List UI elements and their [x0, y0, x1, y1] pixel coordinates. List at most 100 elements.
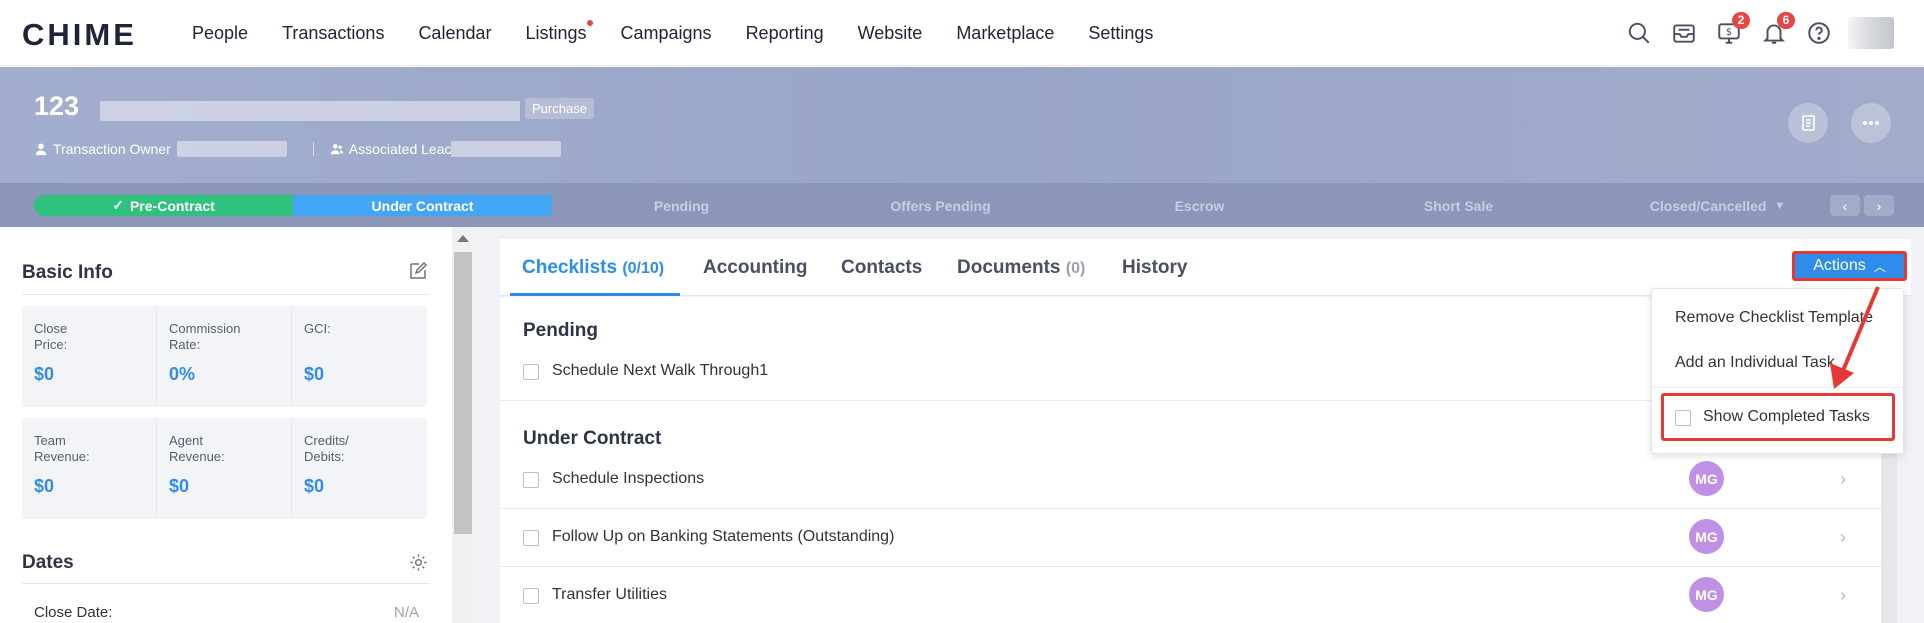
add-individual-task-item[interactable]: Add an Individual Task	[1675, 354, 1835, 372]
dates-title: Dates	[22, 552, 74, 573]
tab-checklists[interactable]: Checklists (0/10)	[522, 257, 664, 279]
owner-row: Transaction Owner Associated Leac	[34, 141, 562, 157]
task-checkbox[interactable]	[523, 364, 539, 380]
assignee-avatar[interactable]: MG	[1689, 577, 1724, 612]
edit-icon[interactable]	[408, 261, 428, 281]
nav-item-calendar[interactable]: Calendar	[418, 23, 491, 44]
tab-accounting[interactable]: Accounting	[703, 257, 808, 279]
gear-icon[interactable]	[409, 553, 428, 572]
tab-label: Accounting	[703, 257, 808, 278]
team-revenue-value: $0	[34, 476, 55, 496]
user-avatar[interactable]	[1848, 17, 1894, 49]
assignee-avatar[interactable]: MG	[1689, 461, 1724, 496]
chevron-right-icon[interactable]: ›	[1840, 527, 1846, 548]
basic-info-title: Basic Info	[22, 262, 113, 283]
tab-documents[interactable]: Documents (0)	[957, 257, 1085, 279]
stage-pending[interactable]: Pending	[552, 195, 811, 216]
show-completed-tasks-item[interactable]: Show Completed Tasks	[1661, 393, 1895, 441]
bell-badge: 6	[1777, 12, 1795, 29]
stage-offers-pending[interactable]: Offers Pending	[811, 195, 1070, 216]
chevron-right-icon[interactable]: ›	[1840, 585, 1846, 606]
left-panel: Basic Info Close Price: $0 Commission Rat…	[0, 227, 452, 623]
stage-label: Closed/Cancelled	[1649, 197, 1767, 214]
tab-label: History	[1122, 257, 1188, 278]
tab-history[interactable]: History	[1122, 257, 1187, 279]
nav-label: Transactions	[282, 22, 385, 43]
help-icon[interactable]	[1804, 18, 1834, 48]
stage-nav: ‹ ›	[1826, 195, 1894, 216]
task-checkbox[interactable]	[523, 472, 539, 488]
commission-rate-value: 0%	[169, 364, 196, 384]
owner-label: Transaction Owner	[53, 141, 171, 157]
commission-rate-cell: Commission Rate: 0%	[157, 306, 292, 407]
more-button[interactable]	[1851, 103, 1891, 143]
stage-label: Pre-Contract	[129, 197, 215, 214]
task-label[interactable]: Transfer Utilities	[552, 586, 667, 604]
chevron-right-icon[interactable]: ›	[1840, 469, 1846, 490]
close-price-cell: Close Price: $0	[22, 306, 157, 407]
nav-label: Reporting	[745, 22, 824, 43]
nav-icons: $ 2 6	[1609, 0, 1894, 66]
nav-label: People	[192, 22, 249, 43]
remove-checklist-template-item[interactable]: Remove Checklist Template	[1675, 309, 1873, 327]
money-monitor-icon[interactable]: $ 2	[1714, 12, 1750, 48]
nav-item-reporting[interactable]: Reporting	[746, 23, 824, 44]
tab-label: Documents	[957, 257, 1061, 278]
nav-item-marketplace[interactable]: Marketplace	[956, 23, 1054, 44]
nav-item-campaigns[interactable]: Campaigns	[621, 23, 712, 44]
actions-button[interactable]: Actions ︿	[1792, 251, 1907, 281]
tab-label: Contacts	[841, 257, 923, 278]
notes-button[interactable]	[1788, 103, 1828, 143]
nav-label: Website	[857, 22, 923, 43]
inbox-icon[interactable]	[1669, 18, 1699, 48]
show-completed-checkbox[interactable]	[1675, 410, 1691, 426]
task-row: Follow Up on Banking Statements (Outstan…	[500, 509, 1881, 567]
agent-revenue-label: Agent Revenue:	[169, 433, 225, 464]
close-price-label: Close Price:	[34, 321, 68, 352]
nav-item-people[interactable]: People	[192, 23, 248, 44]
nav-item-transactions[interactable]: Transactions	[282, 23, 384, 44]
basic-info-row-1: Close Price: $0 Commission Rate: 0% GCI: $0	[22, 306, 427, 407]
task-label[interactable]: Schedule Inspections	[552, 470, 704, 488]
actions-dropdown: Remove Checklist Template Add an Individ…	[1651, 288, 1904, 454]
credits-debits-cell: Credits/ Debits: $0	[292, 418, 427, 519]
transaction-type-badge: Purchase	[525, 98, 594, 119]
top-nav: CHIME People Transactions Calendar Listi…	[0, 0, 1924, 66]
nav-label: Listings	[525, 22, 587, 43]
agent-revenue-cell: Agent Revenue: $0	[157, 418, 292, 519]
stage-escrow[interactable]: Escrow	[1070, 195, 1329, 216]
commission-rate-label: Commission Rate:	[169, 321, 241, 352]
scroll-up-icon[interactable]	[457, 235, 469, 242]
chevron-right-icon[interactable]: ›	[1864, 195, 1894, 216]
task-label[interactable]: Schedule Next Walk Through1	[552, 362, 768, 380]
tab-contacts[interactable]: Contacts	[841, 257, 922, 279]
stage-under-contract[interactable]: Under Contract	[293, 195, 552, 216]
stage-closed-cancelled[interactable]: Closed/Cancelled ▼	[1588, 195, 1847, 216]
stage-bar: ✓ Pre-Contract Under Contract Pending Off…	[0, 183, 1924, 227]
stage-label: Escrow	[1174, 197, 1225, 214]
task-checkbox[interactable]	[523, 588, 539, 604]
gci-cell: GCI: $0	[292, 306, 427, 407]
assignee-avatar[interactable]: MG	[1689, 519, 1724, 554]
task-checkbox[interactable]	[523, 530, 539, 546]
app-logo[interactable]: CHIME	[22, 17, 137, 53]
task-label[interactable]: Follow Up on Banking Statements (Outstan…	[552, 528, 894, 546]
stage-short-sale[interactable]: Short Sale	[1329, 195, 1588, 216]
person-icon	[35, 143, 47, 156]
nav-item-settings[interactable]: Settings	[1088, 23, 1153, 44]
stage-pre-contract[interactable]: ✓ Pre-Contract	[34, 195, 293, 216]
bell-icon[interactable]: 6	[1759, 12, 1795, 48]
nav-item-website[interactable]: Website	[858, 23, 923, 44]
nav-label: Settings	[1088, 22, 1154, 43]
nav-label: Campaigns	[620, 22, 712, 43]
associated-leads-label[interactable]: Associated Leac	[349, 141, 452, 157]
actions-label: Actions	[1813, 257, 1866, 274]
close-price-value: $0	[34, 364, 55, 384]
search-icon[interactable]	[1624, 18, 1654, 48]
scroll-thumb[interactable]	[454, 252, 472, 534]
left-scrollbar[interactable]	[452, 227, 474, 623]
document-icon	[1802, 115, 1815, 131]
notification-dot	[586, 19, 593, 26]
nav-item-listings[interactable]: Listings	[525, 19, 593, 44]
chevron-left-icon[interactable]: ‹	[1830, 195, 1860, 216]
